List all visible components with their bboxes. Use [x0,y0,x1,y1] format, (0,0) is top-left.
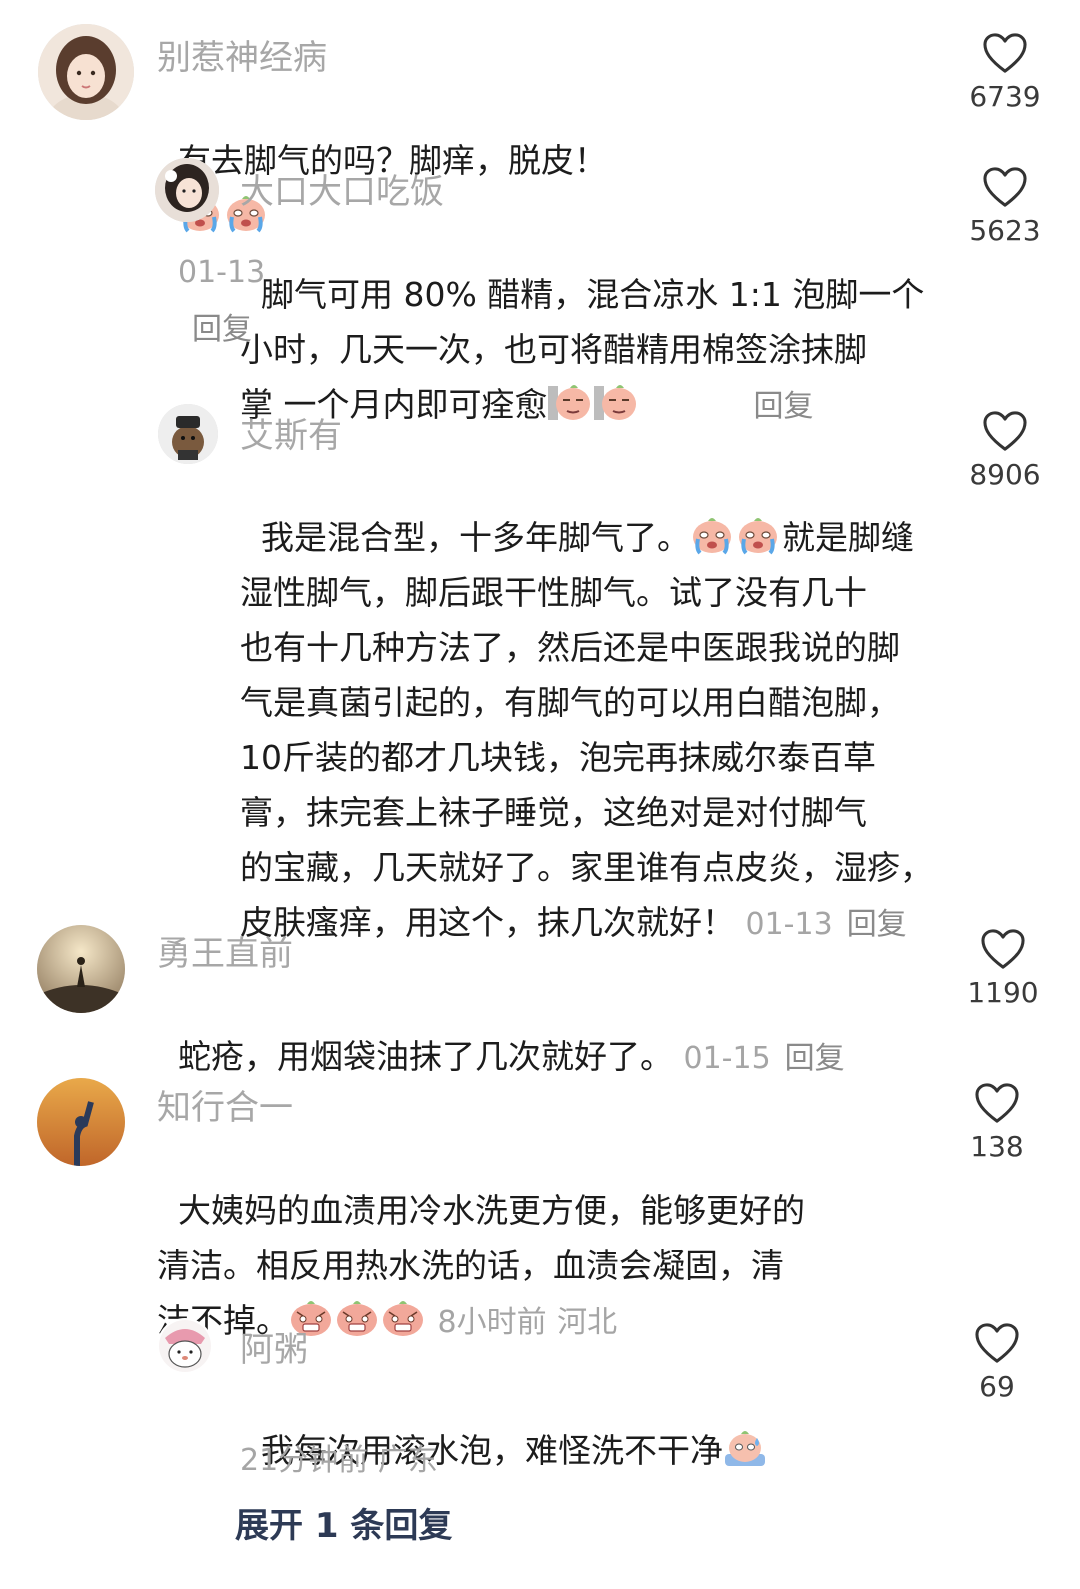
crying-emoji [736,515,780,555]
avatar[interactable] [37,925,125,1013]
comment-username[interactable]: 别惹神经病 [157,30,327,79]
like-button[interactable]: 5623 [960,166,1050,247]
comment-text: 蛇疮，用烟袋油抹了几次就好了。 01-15 回复 [157,974,845,1086]
like-count: 69 [979,1370,1015,1403]
like-count: 5623 [969,214,1041,247]
avatar[interactable] [158,404,218,464]
heart-icon[interactable] [982,32,1028,74]
comment-username[interactable]: 艾斯有 [240,408,342,457]
like-count: 138 [970,1130,1024,1163]
comment-body: 蛇疮，用烟袋油抹了几次就好了。 [177,1037,673,1076]
heart-icon[interactable] [982,410,1028,452]
like-button[interactable]: 138 [952,1082,1042,1163]
heart-icon[interactable] [974,1082,1020,1124]
like-button[interactable]: 8906 [960,410,1050,491]
avatar[interactable] [155,158,219,222]
comment-time: 21分钟前 [240,1443,369,1478]
like-count: 6739 [969,80,1041,113]
like-button[interactable]: 6739 [960,32,1050,113]
sweat-emoji [723,1428,767,1468]
comment-location: 广东 [377,1443,438,1478]
comment-text: 我是混合型，十多年脚气了。 就是脚缝 湿性脚气，脚后跟干性脚气。试了没有几十 也有… [240,455,960,952]
comment-text: 脚气可用 80% 醋精，混合凉水 1:1 泡脚一个 小时，几天一次，也可将醋精用… [240,212,940,434]
avatar[interactable] [157,1318,213,1374]
smug-emoji [548,382,592,422]
comment-username[interactable]: 阿粥 [240,1322,308,1371]
scared-emoji [381,1298,425,1338]
comment-username[interactable]: 勇王直前 [157,926,293,975]
comment-time: 01-15 [683,1041,771,1076]
comment-username[interactable]: 大口大口吃饭 [240,164,444,213]
scared-emoji [335,1298,379,1338]
reply-button[interactable]: 回复 [754,389,814,424]
expand-replies-button[interactable]: 展开 1 条回复 [235,1498,452,1547]
heart-icon[interactable] [980,928,1026,970]
comment-body: 我是混合型，十多年脚气了。 [260,518,690,557]
avatar[interactable] [38,24,134,120]
comment-location: 河北 [557,1305,618,1340]
like-count: 8906 [969,458,1041,491]
like-button[interactable]: 69 [952,1322,1042,1403]
comment-time: 01-13 [745,907,833,942]
smug-emoji [594,382,638,422]
comment-time: 8小时前 [437,1305,547,1340]
comment-body: 大姨妈的血渍用冷水洗更方便，能够更好的 清洁。相反用热水洗的话，血渍会凝固，清 [157,1191,805,1285]
crying-emoji [690,515,734,555]
comment-body: 皮肤瘙痒，用这个，抹几次就好！ [240,903,735,942]
comment-text: 大姨妈的血渍用冷水洗更方便，能够更好的 清洁。相反用热水洗的话，血渍会凝固，清 … [157,1128,857,1350]
avatar[interactable] [37,1078,125,1166]
like-button[interactable]: 1190 [958,928,1048,1009]
like-count: 1190 [967,976,1039,1009]
heart-icon[interactable] [974,1322,1020,1364]
comment-meta: 21分钟前 广东 [240,1435,438,1479]
reply-button[interactable]: 回复 [785,1041,845,1076]
comment-username[interactable]: 知行合一 [157,1080,293,1129]
heart-icon[interactable] [982,166,1028,208]
reply-button[interactable]: 回复 [847,907,907,942]
comment-body: 就是脚缝 [781,518,914,557]
comment-body: 湿性脚气，脚后跟干性脚气。试了没有几十 也有十几种方法了，然后还是中医跟我说的脚… [240,573,933,887]
